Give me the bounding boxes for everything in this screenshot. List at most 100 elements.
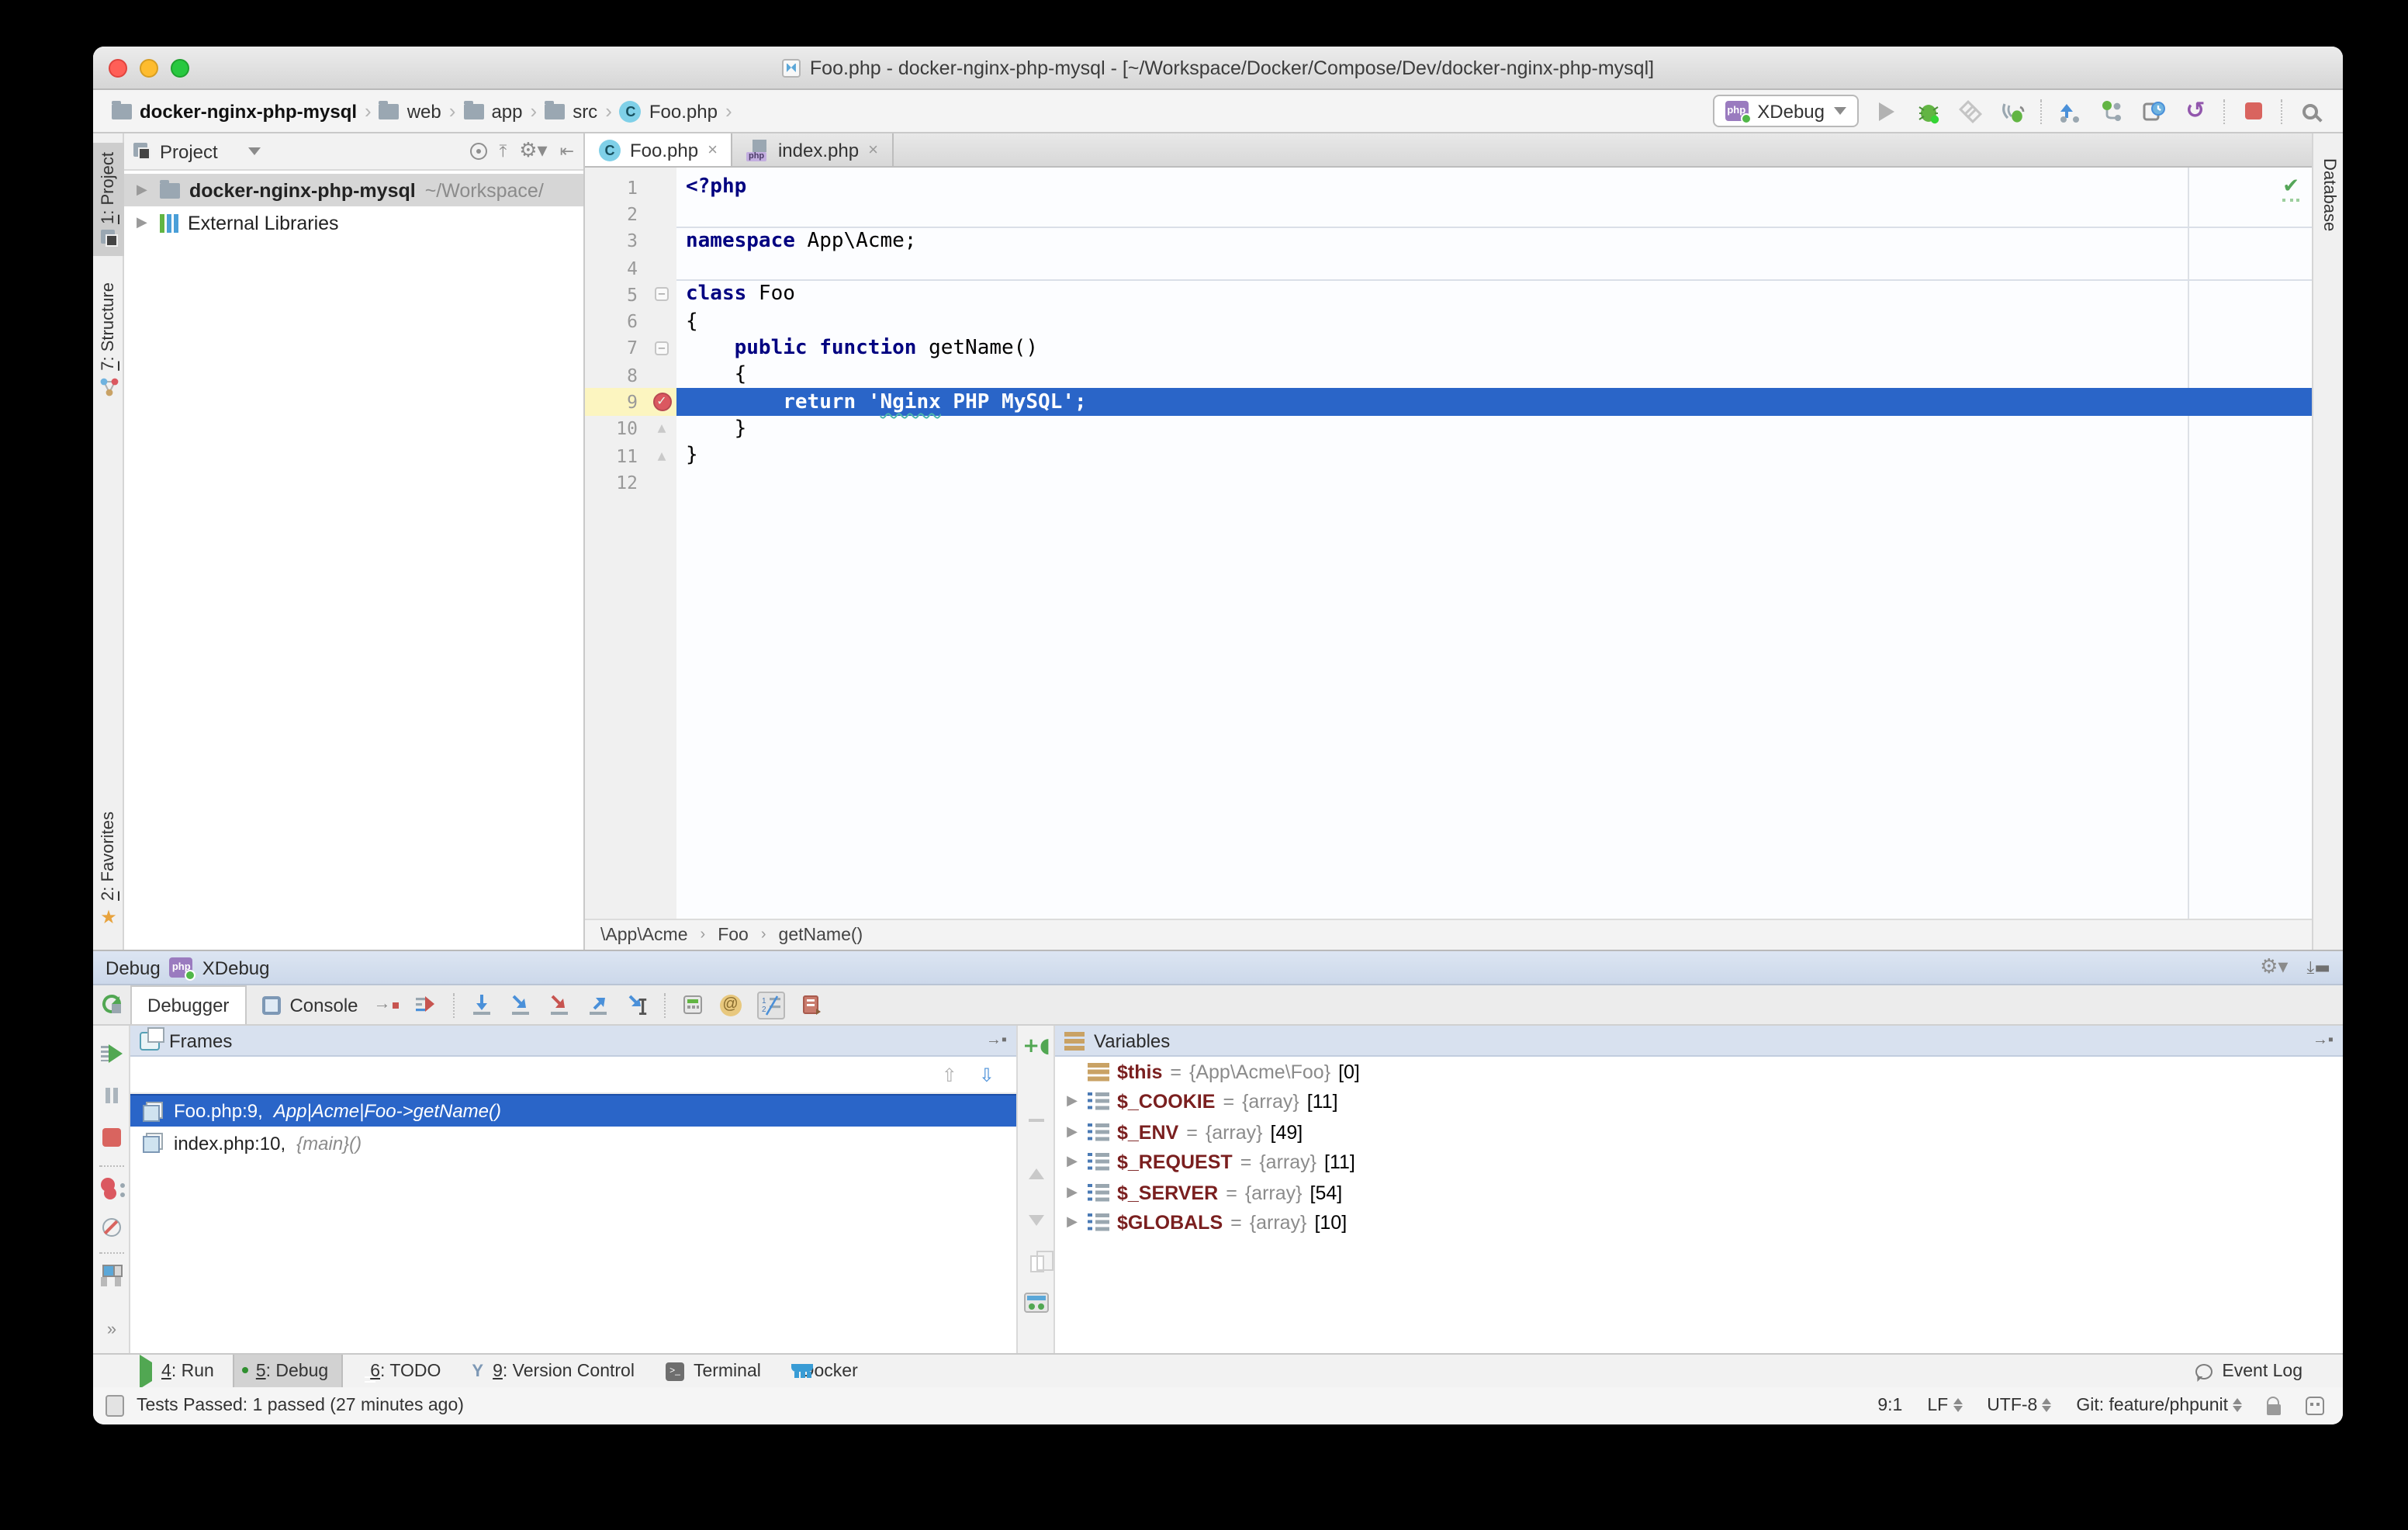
step-into-button[interactable] [509,993,532,1016]
variable-row[interactable]: ▶$GLOBALS={array}[10] [1055,1208,2343,1238]
variable-row[interactable]: ▶$_REQUEST={array}[11] [1055,1148,2343,1178]
project-panel-title[interactable]: Project [160,140,218,162]
editor-breadcrumb-item[interactable]: getName() [779,926,863,944]
remove-watch-button[interactable] [1018,1119,1055,1122]
editor-tab-index-php[interactable]: index.php× [733,133,894,166]
tool-window-quick-access-icon[interactable] [106,1395,124,1417]
code-line[interactable]: 3namespace App\Acme; [585,227,2312,254]
stripe-tab---favorites[interactable]: 2: Favorites★ [93,801,124,937]
variable-row[interactable]: ▶$_COOKIE={array}[11] [1055,1087,2343,1117]
zoom-icon[interactable] [171,58,189,77]
gear-icon[interactable]: ⚙▾ [519,140,547,163]
move-down-button[interactable] [1018,1215,1055,1226]
breadcrumb-item[interactable]: CFoo.php [620,100,718,122]
caret-position[interactable]: 9:1 [1877,1397,1902,1415]
git-branch-select[interactable]: Git: feature/phpunit [2076,1397,2242,1415]
hector-inspections-icon[interactable] [2306,1397,2324,1415]
code-line[interactable]: 6{ [585,308,2312,335]
code-line[interactable]: 1<?php [585,174,2312,201]
event-log-button[interactable]: Event Log [2195,1355,2343,1387]
stop-button[interactable] [93,1128,130,1147]
collapse-all-icon[interactable]: ⤒ [499,140,507,162]
chevron-down-icon[interactable] [249,147,261,155]
local-history-button[interactable] [2140,97,2168,125]
copy-button[interactable] [1018,1255,1055,1272]
debug-button[interactable] [1915,97,1943,125]
mute-breakpoints-button[interactable] [93,1218,130,1237]
stripe-tab---project[interactable]: 1: Project [93,143,124,257]
toolwindow-button---run[interactable]: 4: Run [127,1355,227,1387]
variable-row[interactable]: ▶$_SERVER={array}[54] [1055,1178,2343,1208]
code-editor[interactable]: ✔ 1<?php23namespace App\Acme;45−class Fo… [585,168,2312,919]
fold-end-icon[interactable]: ▲ [658,449,666,462]
tree-row[interactable]: ▶docker-nginx-php-mysql~/Workspace/ [124,174,583,206]
expand-arrow-icon[interactable]: ▶ [1064,1125,1080,1141]
attach-to-process-button[interactable] [1998,97,2026,125]
stop-button[interactable] [2239,97,2267,125]
breadcrumb-item[interactable]: app [463,100,522,122]
frame-row[interactable]: Foo.php:9,App|Acme|Foo->getName() [130,1094,1016,1127]
breadcrumb-item[interactable]: src [545,100,597,122]
step-out-button[interactable] [586,993,610,1016]
line-separator-select[interactable]: LF [1927,1397,1962,1415]
force-step-into-button[interactable] [548,993,571,1016]
scroll-to-end-icon[interactable]: → [374,994,399,1012]
hide-panel-icon[interactable]: ⤓▬ [2306,957,2330,978]
frame-row[interactable]: index.php:10,{main}() [130,1127,1016,1159]
fold-collapse-icon[interactable]: − [655,288,669,302]
pin-icon[interactable]: →▪ [2313,1032,2334,1049]
locate-file-icon[interactable] [469,143,486,160]
rerun-button[interactable] [93,985,130,1024]
close-icon[interactable]: × [708,140,718,159]
pin-icon[interactable]: →▪ [986,1032,1007,1049]
debug-tab-debugger[interactable]: Debugger [130,985,246,1024]
breakpoint-icon[interactable]: ✓ [652,393,671,411]
variable-row[interactable]: $this={App\Acme\Foo}[0] [1055,1057,2343,1087]
code-line[interactable]: 4 [585,254,2312,282]
expand-arrow-icon[interactable]: ▶ [1064,1155,1080,1171]
editor-tab-foo-php[interactable]: CFoo.php× [585,133,733,166]
debug-tab-console[interactable]: Console [246,985,373,1024]
expand-arrow-icon[interactable]: ▶ [137,182,150,198]
code-line[interactable]: 11▲} [585,442,2312,469]
code-line[interactable]: 5−class Foo [585,281,2312,308]
code-line[interactable]: 7− public function getName() [585,335,2312,362]
toolwindow-button---todo[interactable]: 6: TODO [348,1355,453,1387]
stripe-tab-database[interactable]: Database [2313,143,2343,241]
toolwindow-button---version-control[interactable]: Y9: Version Control [459,1355,647,1387]
fold-end-icon[interactable]: ▲ [658,423,666,435]
code-line[interactable]: 12 [585,469,2312,497]
expand-arrow-icon[interactable]: ▶ [1064,1186,1080,1201]
rollback-button[interactable]: ↺ [2181,97,2209,125]
toolwindow-button-docker[interactable]: Docker [780,1355,870,1387]
next-frame-icon[interactable]: ⇩ [979,1064,995,1085]
resume-button[interactable] [93,1044,130,1063]
code-line[interactable]: 8 { [585,362,2312,389]
quick-evaluate-icon[interactable]: @ [720,994,742,1016]
stripe-tab---structure[interactable]: 7: Structure [93,273,124,411]
expand-arrow-icon[interactable]: ▶ [1064,1095,1080,1110]
expand-arrow-icon[interactable]: ▶ [1064,1216,1080,1231]
step-over-button[interactable] [470,993,493,1016]
toolwindow-button-terminal[interactable]: >_Terminal [653,1355,773,1387]
breadcrumb-item[interactable]: docker-nginx-php-mysql [112,100,357,122]
view-breakpoints-button[interactable] [93,1178,130,1199]
close-icon[interactable]: × [868,140,878,159]
move-up-button[interactable] [1018,1168,1055,1179]
encoding-select[interactable]: UTF-8 [1987,1397,2051,1415]
code-line[interactable]: 10▲ } [585,415,2312,442]
add-watch-button[interactable]: +◖ [1018,1035,1055,1058]
previous-frame-icon[interactable]: ⇧ [942,1064,957,1085]
show-execution-point-button[interactable] [414,993,438,1016]
gear-icon[interactable]: ⚙▾ [2260,956,2288,979]
thread-dump-button[interactable] [801,993,822,1016]
commit-changes-button[interactable] [2098,97,2126,125]
editor-breadcrumb-item[interactable]: Foo [718,926,749,944]
toolwindow-button---debug[interactable]: 5: Debug [233,1355,342,1387]
restore-layout-button[interactable] [93,1265,130,1282]
evaluate-expression-button[interactable] [681,993,704,1016]
minimize-icon[interactable] [140,58,158,77]
close-icon[interactable] [109,58,127,77]
coverage-button[interactable] [1956,97,1984,125]
run-to-cursor-button[interactable] [625,993,649,1016]
